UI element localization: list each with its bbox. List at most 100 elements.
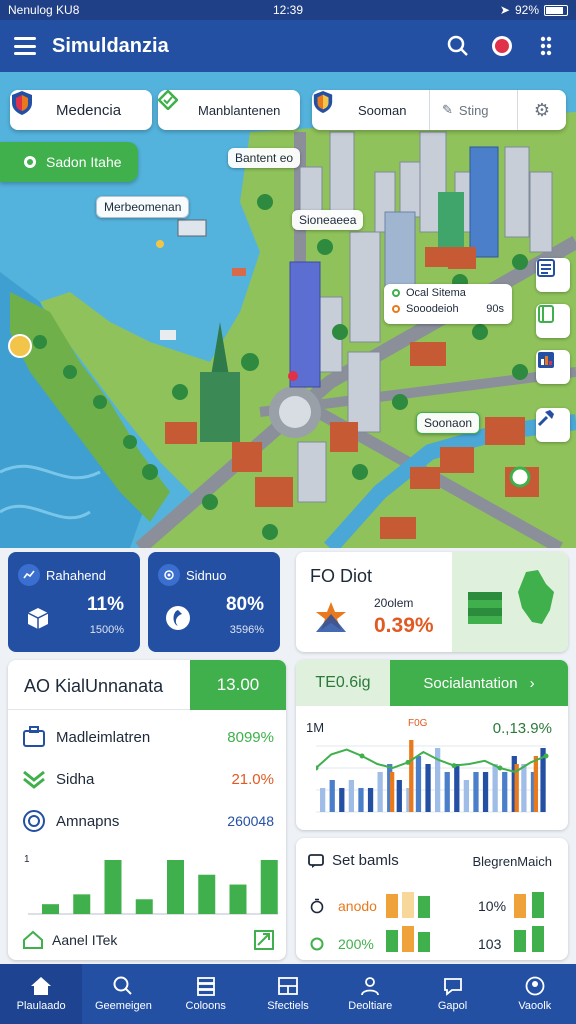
chip-medencia[interactable]: Medencia xyxy=(10,90,152,130)
map-label-bantent[interactable]: Bantent eo xyxy=(228,148,301,168)
tab-socialantation[interactable]: Socialantation › xyxy=(390,660,568,706)
chart-bar xyxy=(367,788,374,812)
set-row[interactable]: 200% xyxy=(310,936,374,952)
edit-pencil-icon: ✎ xyxy=(442,102,453,117)
chip-label: Sooman xyxy=(358,102,407,118)
tab-label: TE0.6ig xyxy=(315,674,371,691)
chart-highlight-bar xyxy=(409,740,414,812)
chart-bar xyxy=(473,772,479,812)
chat-bubble-icon xyxy=(443,978,462,996)
briefcase-icon xyxy=(23,726,45,747)
chart-bar xyxy=(377,772,383,812)
message-icon xyxy=(308,853,324,868)
stat-card-rahahend[interactable]: Rahahend 11% 1500% xyxy=(8,552,140,652)
row-value: 8099% xyxy=(227,728,274,746)
stat-subvalue: 3596% xyxy=(229,624,264,636)
location-dot-icon xyxy=(24,156,36,168)
chip-sting[interactable]: ✎ Sting xyxy=(430,90,518,130)
more-vertical-icon[interactable] xyxy=(530,30,562,62)
tab-label: Socialantation xyxy=(423,674,518,692)
stat-label: Rahahend xyxy=(46,567,106,583)
analysis-value-badge[interactable]: 13.00 xyxy=(190,660,286,710)
chip-manblantenen[interactable]: Manblantenen xyxy=(158,90,300,130)
analysis-row[interactable]: Amnapns 260048 xyxy=(22,806,274,836)
info-card-title: Ocal Sitema xyxy=(406,287,466,299)
location-pill-label: Sadon Itahe xyxy=(46,154,122,170)
stack-icon xyxy=(196,977,215,996)
target-badge-icon xyxy=(158,564,180,586)
fo-card[interactable]: FO Diot 20olem 0.39% xyxy=(296,552,568,652)
circle-icon xyxy=(310,937,324,951)
analysis-footer[interactable]: Aanel ITek xyxy=(22,926,274,954)
chart-point xyxy=(359,753,365,759)
chart-bar xyxy=(454,764,460,812)
nav-item-search[interactable]: Geemeigen xyxy=(82,964,164,1024)
analysis-card: AO KialUnnanata 13.00 Madleimlatren 8099… xyxy=(8,660,286,960)
map-label-soonaon[interactable]: Soonaon xyxy=(416,412,481,434)
analysis-row[interactable]: Madleimlatren 8099% xyxy=(22,722,274,752)
analysis-bar xyxy=(260,860,278,914)
list-view-button[interactable] xyxy=(536,258,570,292)
chart-point xyxy=(405,759,411,765)
chart-bar xyxy=(348,780,355,812)
chart-point xyxy=(451,763,457,769)
nav-item-collections[interactable]: Coloons xyxy=(165,964,247,1024)
nav-item-statistics[interactable]: Sfectiels xyxy=(247,964,329,1024)
chart-bar xyxy=(396,780,402,812)
chip-label: Manblantenen xyxy=(198,102,281,118)
set-row[interactable]: anodo xyxy=(310,898,377,914)
city-map[interactable]: Medencia Manblantenen Sooman ✎ Sting ⚙ S… xyxy=(0,72,576,548)
tools-button[interactable] xyxy=(536,408,570,442)
menu-icon[interactable] xyxy=(14,37,36,55)
set-card-title: Set bamls xyxy=(332,852,399,869)
app-bar: Simuldanzia xyxy=(0,20,576,72)
trend-chart xyxy=(316,740,549,813)
chip-label: Sting xyxy=(458,102,489,118)
settings-gear-icon[interactable]: ⚙ xyxy=(518,90,566,130)
search-icon xyxy=(113,976,133,995)
nav-item-profile[interactable]: Vaoolk xyxy=(494,964,576,1024)
chart-bar xyxy=(415,756,422,812)
target-icon xyxy=(23,810,45,832)
list-icon xyxy=(537,259,555,277)
search-icon[interactable] xyxy=(442,30,474,62)
record-icon[interactable] xyxy=(486,30,518,62)
nav-item-directory[interactable]: Deoltiare xyxy=(329,964,411,1024)
location-pill[interactable]: Sadon Itahe xyxy=(0,142,138,182)
nav-label: Geemeigen xyxy=(94,1000,152,1012)
info-card[interactable]: Ocal Sitema Sooodeioh 90s xyxy=(384,284,512,324)
row-value: 260048 xyxy=(227,813,274,829)
chart-point xyxy=(543,753,549,759)
map-label-merbeomenan[interactable]: Merbeomenan xyxy=(96,196,190,218)
analysis-bar xyxy=(229,884,247,914)
money-stack-icon xyxy=(468,570,554,624)
chart-bar xyxy=(320,788,326,812)
stat-card-sidnuo[interactable]: Sidnuo 80% 3596% xyxy=(148,552,280,652)
chart-bar xyxy=(425,764,431,812)
diamond-check-icon xyxy=(158,90,190,120)
status-dot-icon xyxy=(392,289,400,297)
analysis-bar xyxy=(198,874,216,914)
book-button[interactable] xyxy=(536,304,570,338)
box-icon xyxy=(24,604,52,637)
set-bars-right xyxy=(514,892,544,952)
chart-bar xyxy=(444,772,450,812)
nav-item-report[interactable]: Gapol xyxy=(411,964,493,1024)
fo-card-value: 0.39% xyxy=(374,614,434,637)
nav-label: Gapol xyxy=(437,1000,468,1012)
chart-bar xyxy=(502,772,508,812)
timer-icon xyxy=(310,898,324,914)
stats-button[interactable] xyxy=(536,350,570,384)
grid-icon xyxy=(278,977,298,995)
shield-icon xyxy=(12,91,44,123)
tab-te06ig[interactable]: TE0.6ig xyxy=(296,660,390,706)
nav-label: Deoltiare xyxy=(348,1000,393,1012)
chip-sooman[interactable]: Sooman xyxy=(312,90,430,130)
analysis-row[interactable]: Sidha 21.0% xyxy=(22,764,274,794)
trend-up-icon[interactable] xyxy=(254,930,274,950)
map-label-sioneaeea[interactable]: Sioneaeea xyxy=(292,210,364,230)
set-row-left: anodo xyxy=(338,898,377,914)
battery-icon xyxy=(544,4,568,16)
nav-item-home[interactable]: Plaulaado xyxy=(0,964,83,1024)
stat-value: 80% xyxy=(225,594,264,615)
